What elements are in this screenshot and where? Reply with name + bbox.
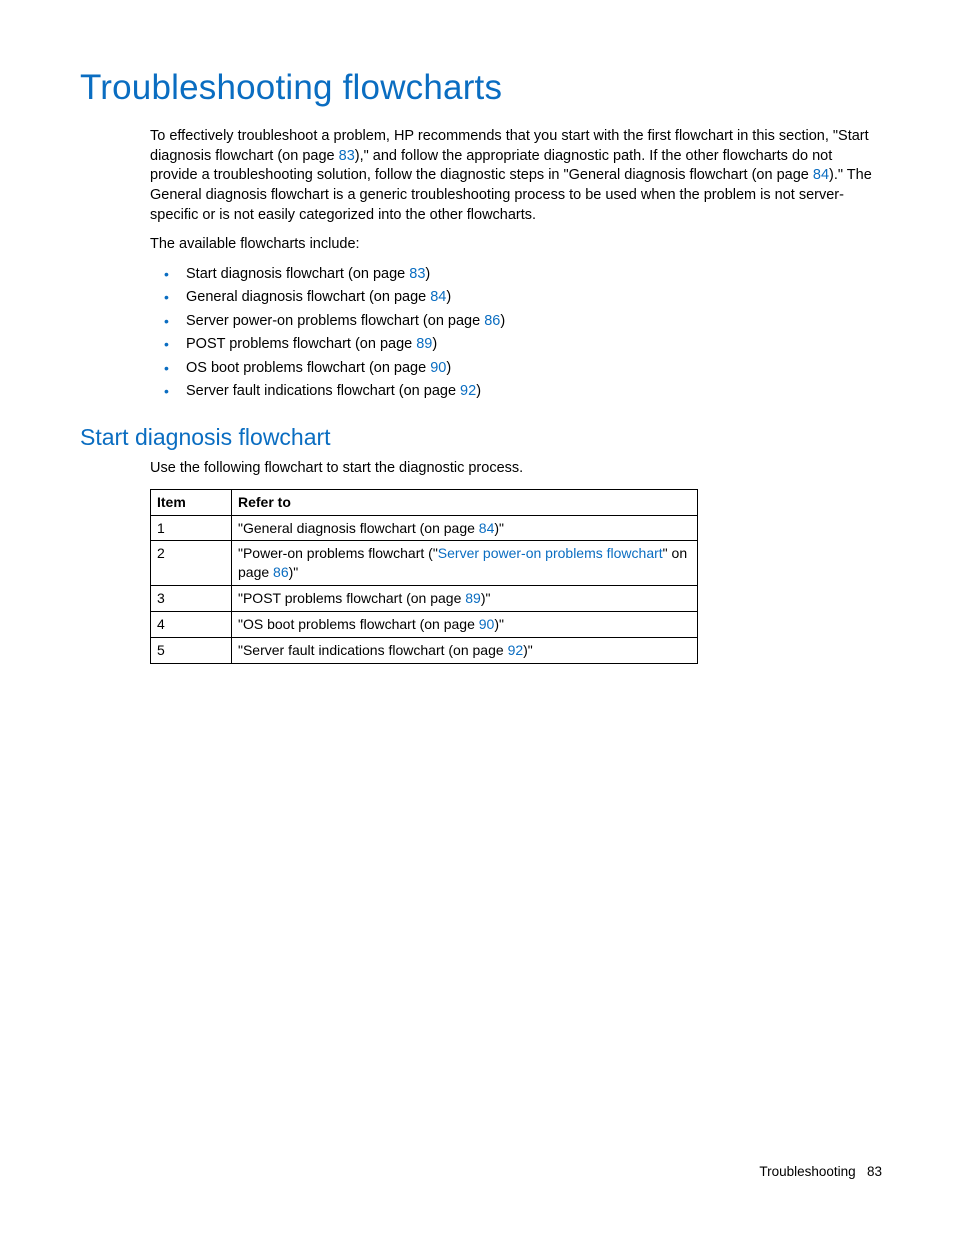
table-cell-item: 1: [151, 515, 232, 541]
table-row: 2 "Power-on problems flowchart ("Server …: [151, 541, 698, 586]
page-link[interactable]: 83: [339, 148, 355, 164]
list-item-text: ): [446, 289, 451, 305]
list-item-text: POST problems flowchart (on page: [186, 336, 416, 352]
page-link[interactable]: 89: [416, 336, 432, 352]
table-row: 5 "Server fault indications flowchart (o…: [151, 637, 698, 663]
reference-table: Item Refer to 1 "General diagnosis flowc…: [150, 489, 698, 664]
list-item-text: ): [476, 383, 481, 399]
list-item: OS boot problems flowchart (on page 90): [150, 359, 882, 379]
list-item-text: ): [446, 360, 451, 376]
table-cell-item: 4: [151, 612, 232, 638]
cell-text: "OS boot problems flowchart (on page: [238, 616, 479, 632]
list-item-text: ): [432, 336, 437, 352]
list-item-text: General diagnosis flowchart (on page: [186, 289, 430, 305]
page-link[interactable]: 84: [813, 167, 829, 183]
table-header-refer: Refer to: [232, 489, 698, 515]
list-item: POST problems flowchart (on page 89): [150, 335, 882, 355]
list-item: General diagnosis flowchart (on page 84): [150, 288, 882, 308]
list-item: Server power-on problems flowchart (on p…: [150, 312, 882, 332]
table-row: 1 "General diagnosis flowchart (on page …: [151, 515, 698, 541]
cell-text: )": [494, 616, 504, 632]
list-item-text: ): [500, 313, 505, 329]
cell-text: )": [481, 590, 491, 606]
page-link[interactable]: 86: [484, 313, 500, 329]
page-link[interactable]: 86: [273, 564, 289, 580]
table-row: 3 "POST problems flowchart (on page 89)": [151, 586, 698, 612]
cell-text: "Power-on problems flowchart (": [238, 545, 438, 561]
list-item: Server fault indications flowchart (on p…: [150, 382, 882, 402]
list-item-text: OS boot problems flowchart (on page: [186, 360, 430, 376]
list-item-text: ): [425, 266, 430, 282]
table-cell-refer: "Power-on problems flowchart ("Server po…: [232, 541, 698, 586]
table-cell-item: 3: [151, 586, 232, 612]
flowchart-list: Start diagnosis flowchart (on page 83) G…: [150, 265, 882, 402]
cell-text: "POST problems flowchart (on page: [238, 590, 465, 606]
section-intro: Use the following flowchart to start the…: [150, 459, 882, 479]
table-cell-refer: "OS boot problems flowchart (on page 90)…: [232, 612, 698, 638]
cell-text: )": [289, 564, 299, 580]
list-item-text: Server power-on problems flowchart (on p…: [186, 313, 484, 329]
cell-text: "Server fault indications flowchart (on …: [238, 642, 508, 658]
page-link[interactable]: 89: [465, 590, 481, 606]
cell-text: )": [523, 642, 533, 658]
list-item-text: Server fault indications flowchart (on p…: [186, 383, 460, 399]
table-cell-refer: "POST problems flowchart (on page 89)": [232, 586, 698, 612]
page-link[interactable]: 90: [479, 616, 495, 632]
table-cell-item: 5: [151, 637, 232, 663]
page-link[interactable]: 92: [460, 383, 476, 399]
page-link[interactable]: 84: [479, 520, 495, 536]
page-link[interactable]: 92: [508, 642, 524, 658]
list-item: Start diagnosis flowchart (on page 83): [150, 265, 882, 285]
page-link[interactable]: 84: [430, 289, 446, 305]
table-row: 4 "OS boot problems flowchart (on page 9…: [151, 612, 698, 638]
table-cell-refer: "General diagnosis flowchart (on page 84…: [232, 515, 698, 541]
page-link[interactable]: 83: [409, 266, 425, 282]
footer-section: Troubleshooting: [759, 1164, 855, 1179]
page-footer: Troubleshooting 83: [759, 1163, 882, 1181]
page-title: Troubleshooting flowcharts: [80, 64, 882, 111]
list-item-text: Start diagnosis flowchart (on page: [186, 266, 409, 282]
intro-paragraph: To effectively troubleshoot a problem, H…: [150, 127, 882, 225]
table-cell-item: 2: [151, 541, 232, 586]
cell-text: )": [494, 520, 504, 536]
available-flowcharts-label: The available flowcharts include:: [150, 235, 882, 255]
footer-page-number: 83: [867, 1164, 882, 1179]
cross-reference-link[interactable]: Server power-on problems flowchart: [438, 545, 663, 561]
table-header-item: Item: [151, 489, 232, 515]
table-cell-refer: "Server fault indications flowchart (on …: [232, 637, 698, 663]
section-heading: Start diagnosis flowchart: [80, 422, 882, 453]
table-header-row: Item Refer to: [151, 489, 698, 515]
page-link[interactable]: 90: [430, 360, 446, 376]
cell-text: "General diagnosis flowchart (on page: [238, 520, 479, 536]
